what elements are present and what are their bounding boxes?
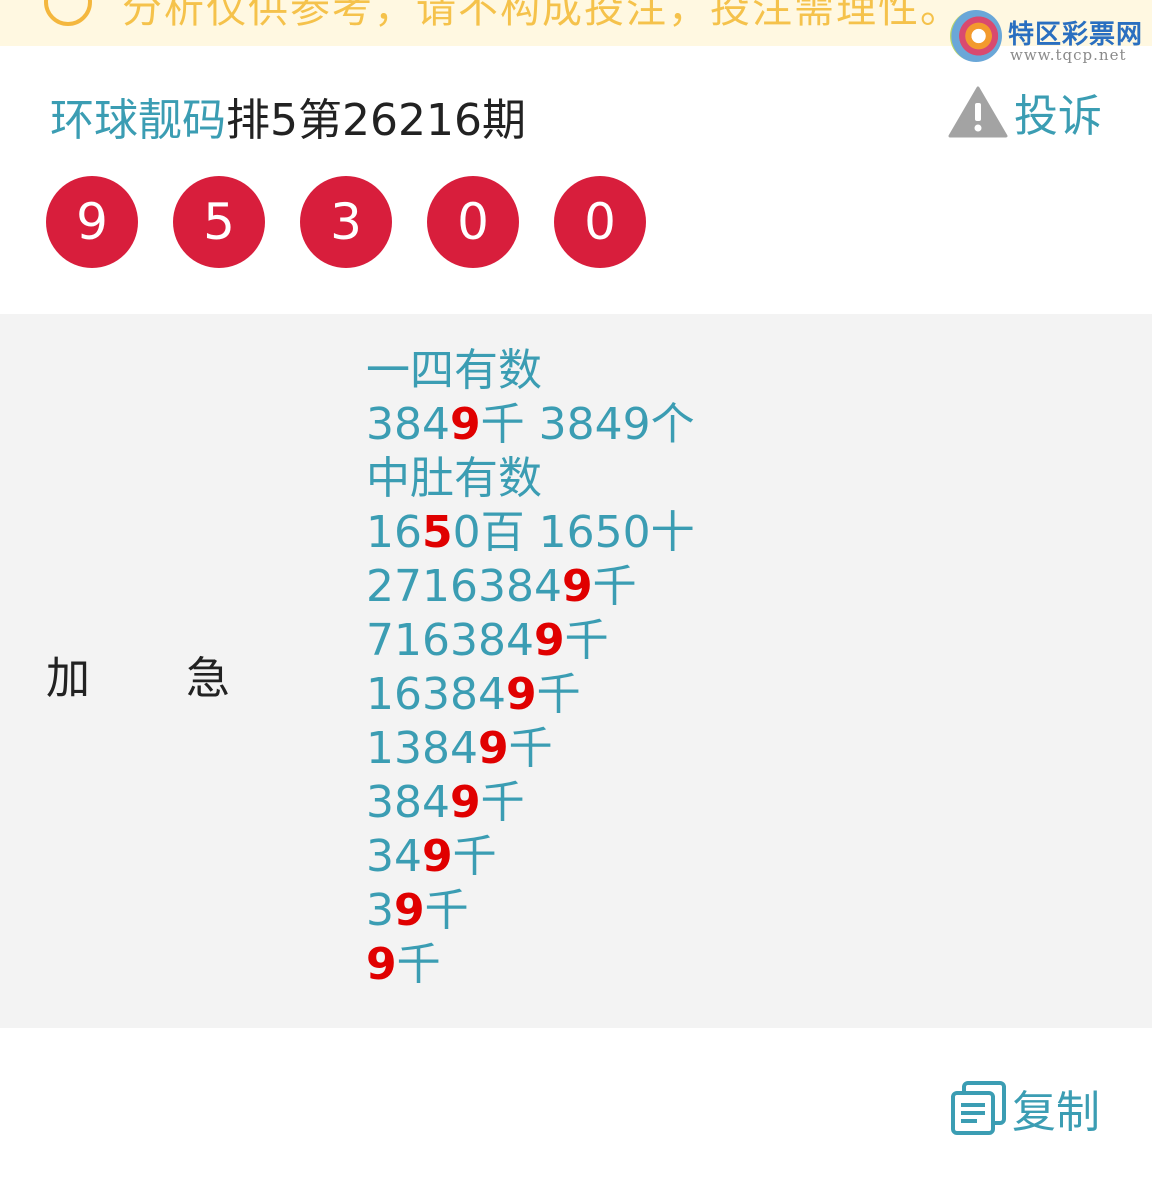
line-text: 716384 bbox=[366, 615, 534, 666]
line-text: 一四有数 bbox=[366, 345, 542, 396]
post-tag-right: 急 bbox=[186, 653, 230, 704]
prediction-line: 中肚有数 bbox=[366, 452, 695, 506]
result-ball: 0 bbox=[427, 176, 519, 268]
post-title: 环球靓码排5第26216期 bbox=[50, 84, 526, 148]
result-ball: 0 bbox=[554, 176, 646, 268]
post-tag-left: 加 bbox=[46, 653, 90, 704]
prediction-line: 349千 bbox=[366, 830, 695, 884]
prediction-line: 9千 bbox=[366, 938, 695, 992]
prediction-line: 7163849千 bbox=[366, 614, 695, 668]
line-text: 千 bbox=[424, 885, 469, 936]
info-icon bbox=[44, 0, 92, 26]
line-text: 千 bbox=[564, 615, 609, 666]
line-text: 千 bbox=[592, 561, 637, 612]
prediction-line: 3849千 bbox=[366, 776, 695, 830]
result-ball: 5 bbox=[173, 176, 265, 268]
result-ball: 3 bbox=[300, 176, 392, 268]
line-highlight: 9 bbox=[449, 399, 481, 450]
line-highlight: 9 bbox=[366, 939, 397, 990]
line-text: 中肚有数 bbox=[366, 453, 542, 504]
prediction-line: 3849千 3849个 bbox=[366, 398, 695, 452]
line-highlight: 9 bbox=[449, 777, 481, 828]
line-text: 千 bbox=[480, 777, 525, 828]
notice-text: 分析仅供参考，请不构成投注，投注需理性。 bbox=[122, 0, 962, 32]
line-text: 0百 1650十 bbox=[452, 507, 695, 558]
prediction-line: 一四有数 bbox=[366, 344, 695, 398]
issue-label: 排5第26216期 bbox=[226, 95, 526, 146]
line-highlight: 9 bbox=[394, 885, 425, 936]
line-highlight: 5 bbox=[422, 507, 453, 558]
line-text: 千 3849个 bbox=[480, 399, 695, 450]
line-text: 2716384 bbox=[366, 561, 562, 612]
prediction-line: 1650百 1650十 bbox=[366, 506, 695, 560]
prediction-line: 13849千 bbox=[366, 722, 695, 776]
line-text: 384 bbox=[366, 399, 450, 450]
line-text: 16384 bbox=[366, 669, 506, 720]
complain-label: 投诉 bbox=[1014, 91, 1102, 142]
line-text: 3 bbox=[366, 885, 394, 936]
prediction-line: 39千 bbox=[366, 884, 695, 938]
line-highlight: 9 bbox=[477, 723, 509, 774]
copy-button[interactable]: 复制 bbox=[950, 1080, 1100, 1138]
line-highlight: 9 bbox=[533, 615, 565, 666]
logo-url: www.tqcp.net bbox=[1010, 46, 1127, 64]
prediction-lines: 一四有数 3849千 3849个 中肚有数 1650百 1650十 271638… bbox=[366, 344, 695, 992]
line-highlight: 9 bbox=[505, 669, 537, 720]
line-text: 千 bbox=[452, 831, 497, 882]
line-highlight: 9 bbox=[561, 561, 593, 612]
warning-icon bbox=[948, 86, 1008, 138]
line-text: 千 bbox=[536, 669, 581, 720]
line-text: 1384 bbox=[366, 723, 478, 774]
line-highlight: 9 bbox=[422, 831, 453, 882]
copy-icon bbox=[951, 1081, 1006, 1135]
result-balls: 9 5 3 0 0 bbox=[46, 176, 681, 268]
line-text: 34 bbox=[366, 831, 422, 882]
copy-label: 复制 bbox=[1012, 1087, 1100, 1138]
site-logo: 特区彩票网 www.tqcp.net bbox=[950, 10, 1150, 66]
line-text: 千 bbox=[508, 723, 553, 774]
line-text: 16 bbox=[366, 507, 422, 558]
result-ball: 9 bbox=[46, 176, 138, 268]
logo-swirl-icon bbox=[950, 10, 1002, 62]
prediction-line: 27163849千 bbox=[366, 560, 695, 614]
prediction-line: 163849千 bbox=[366, 668, 695, 722]
complain-button[interactable]: 投诉 bbox=[948, 84, 1102, 142]
line-text: 千 bbox=[396, 939, 441, 990]
line-text: 384 bbox=[366, 777, 450, 828]
author-link[interactable]: 环球靓码 bbox=[50, 95, 226, 146]
